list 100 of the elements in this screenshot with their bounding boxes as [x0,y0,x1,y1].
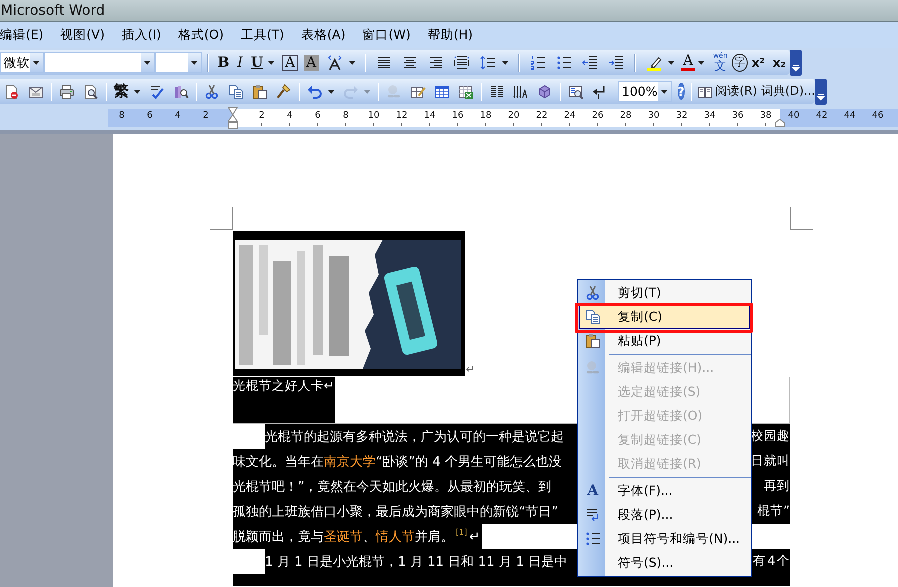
menu-item[interactable]: 格式(O) [178,26,224,44]
toolbar-options-button[interactable] [815,78,827,104]
menu-item[interactable]: 插入(I) [122,26,162,44]
style-field[interactable]: 微软 [0,52,44,73]
numbered-list-icon[interactable] [530,54,546,70]
document-restricted-icon[interactable] [4,84,20,100]
paragraph-icon [585,507,601,523]
menu-item[interactable]: 符号(S)... [579,551,750,575]
body-text: 校园趣 [751,428,790,445]
undo-arrow-icon[interactable] [307,84,323,100]
document-map-icon[interactable] [568,84,584,100]
menu-item[interactable]: 项目符号和编号(N)... [579,527,750,551]
align-center-icon[interactable] [402,54,418,70]
menu-item[interactable]: 窗口(W) [362,26,411,44]
bold-button[interactable]: B [214,52,234,74]
traditional-chinese-button[interactable]: 繁 [110,80,133,102]
menu-item[interactable]: 粘贴(P) [579,329,750,353]
ruler-number: 10 [360,109,388,127]
image-caption: 光棍节之好人卡↵ [233,377,336,423]
increase-indent-icon[interactable] [608,54,624,70]
enclose-character-button[interactable]: 字 [732,54,748,72]
underline-button[interactable]: U [247,52,268,74]
toolbar-options-button[interactable] [790,50,802,76]
spreadsheet-icon[interactable] [458,84,474,100]
caret-icon[interactable] [268,60,276,64]
ruler-number: 44 [843,110,857,123]
font-field[interactable] [44,52,156,73]
menu-item[interactable]: 编辑(E) [0,26,44,44]
caret-icon[interactable] [660,90,668,94]
subscript-button[interactable]: x₂ [769,52,790,74]
ruler-number: 22 [528,109,556,127]
character-spacing-icon[interactable] [326,54,343,70]
body-text: 光棍节吧！”，竟然在今天如此火爆。从最初的玩笑、到 [233,478,552,496]
caret-icon[interactable] [348,60,356,64]
align-justify-icon[interactable] [376,54,392,70]
table-icon[interactable] [434,84,450,100]
ruler-number: 28 [612,109,640,127]
character-border-button[interactable]: A [282,54,298,70]
body-text: 光棍节的起源有多种说法，广为认可的一种是说它起 [265,428,564,446]
indent-marker[interactable] [228,107,238,129]
menu-item[interactable]: 帮助(H) [428,26,473,44]
menu-item[interactable]: 剪切(T) [579,281,750,305]
ruler-number: 30 [640,109,668,127]
zoom-field[interactable]: 100% [618,81,672,102]
copy-icon[interactable] [228,84,244,100]
research-icon[interactable] [173,84,189,100]
caret-icon[interactable] [144,60,152,64]
menu-item[interactable]: 视图(V) [60,26,105,44]
menu-item[interactable]: 段落(P)... [579,503,750,527]
caret-icon[interactable] [328,90,335,94]
font-icon: A [588,483,598,499]
menu-item[interactable]: 表格(A) [301,26,346,44]
return-arrow-icon[interactable] [592,84,608,100]
caret-icon[interactable] [502,60,510,64]
superscript-button[interactable]: x² [748,52,770,74]
ruler-number: 40 [787,110,801,123]
printer-icon[interactable] [59,84,75,100]
caret-icon[interactable] [33,60,40,64]
print-preview-icon[interactable] [83,84,99,100]
ruler-number: 2 [202,110,210,123]
help-button[interactable]: ? [678,83,685,100]
highlighter-icon[interactable] [646,54,662,70]
ruler-number: 6 [304,109,332,127]
clipboard-icon[interactable] [252,84,268,100]
bulleted-list-icon [585,531,601,547]
ruler-number: 36 [724,109,752,127]
ruler-number: 42 [815,110,829,123]
align-right-icon[interactable] [428,54,444,70]
menu-item[interactable]: 工具(T) [241,26,284,44]
cube-icon[interactable] [537,84,553,100]
caret-icon[interactable] [134,90,141,94]
caret-icon[interactable] [668,60,676,64]
clipboard-icon [585,333,601,349]
crop-mark [210,207,233,230]
scissors-icon[interactable] [204,84,220,100]
ruler-number: 46 [871,110,885,123]
italic-button[interactable]: I [234,52,248,74]
ruler-number: 38 [752,109,780,127]
body-text: 再到 [764,478,790,495]
scissors-icon [585,285,601,301]
bulleted-list-icon[interactable] [556,54,572,70]
text-lines-icon[interactable] [513,84,529,100]
ruler-number: 8 [118,110,126,123]
font-size-field[interactable] [155,52,202,73]
caret-icon[interactable] [698,60,706,64]
line-spacing-icon[interactable] [480,54,496,70]
font-color-button[interactable]: A [681,54,696,70]
distributed-align-icon[interactable] [454,54,470,70]
spelling-check-icon[interactable] [149,84,165,100]
menu-item[interactable]: A 字体(F)... [579,479,750,503]
brush-icon[interactable] [276,84,292,100]
decrease-indent-icon[interactable] [582,54,598,70]
dictionary-button[interactable]: 词典(D)... [759,80,815,102]
ruler-number: 12 [388,109,416,127]
columns-icon[interactable] [489,84,505,100]
character-shading-button[interactable]: A [304,54,319,70]
caret-icon[interactable] [190,60,198,64]
ruler-number: 8 [332,109,360,127]
ruler-number: 4 [276,109,304,127]
read-button[interactable]: 阅读(R) [694,80,760,102]
